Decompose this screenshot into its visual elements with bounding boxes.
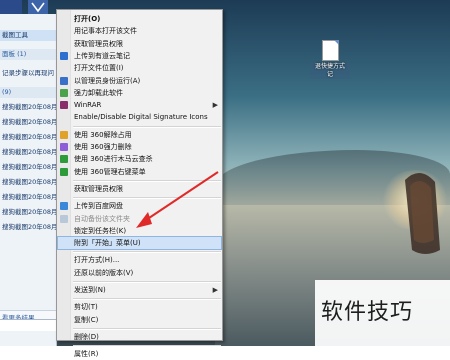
menu-item-label: 属性(R) [74,350,99,359]
watermark-text: 软件技巧 [321,300,414,325]
watermark: 软件技巧 [315,280,450,346]
menu-item[interactable]: 属性(R) [58,348,221,360]
